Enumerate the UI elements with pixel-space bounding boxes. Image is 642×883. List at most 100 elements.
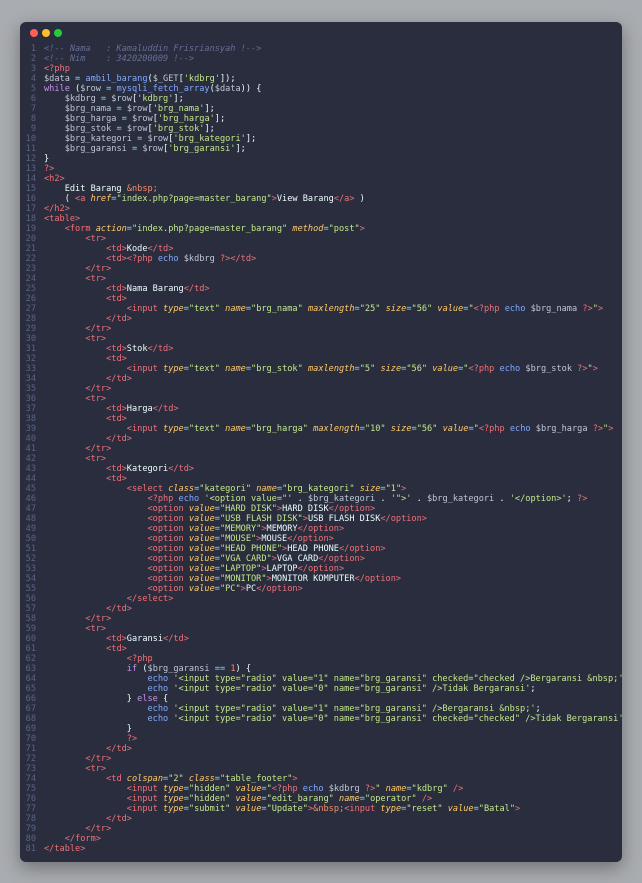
code-line: 20 <tr> — [20, 234, 622, 244]
code-line: 59 <tr> — [20, 624, 622, 634]
code-token: = — [95, 94, 112, 104]
code-token: while — [44, 84, 70, 94]
code-line: 21 <td>Kode</td> — [20, 244, 622, 254]
code-token: <option — [147, 504, 189, 514]
line-number: 46 — [25, 494, 36, 504]
code-token: ?> — [572, 364, 588, 374]
code-line: 23 </tr> — [20, 264, 622, 274]
code-token: ]); — [219, 74, 236, 84]
code-token: <input — [344, 804, 381, 814]
code-token: LAPTOP — [266, 564, 298, 574]
code-token: Harga — [126, 404, 153, 414]
code-token: name — [225, 364, 246, 374]
code-token: Kategori — [126, 464, 169, 474]
line-number: 69 — [25, 724, 36, 734]
code-token: </option> — [338, 544, 386, 554]
code-line: 37 <td>Harga</td> — [20, 404, 622, 414]
close-button[interactable] — [30, 29, 38, 37]
code-token: value — [188, 544, 215, 554]
line-number: 68 — [25, 714, 36, 724]
code-token: type — [163, 424, 184, 434]
line-number: 6 — [30, 94, 36, 104]
code-token: = — [111, 104, 127, 114]
line-number: 24 — [25, 274, 36, 284]
code-token: echo — [509, 424, 531, 434]
line-number: 54 — [25, 574, 36, 584]
code-token: PC — [245, 584, 257, 594]
code-token: &nbsp; — [313, 804, 345, 814]
code-line: 11 $brg_garansi = $row['brg_garansi']; — [20, 144, 622, 154]
code-token: 'brg_stok' — [152, 124, 205, 134]
code-token: ( — [137, 664, 148, 674]
code-token: </td> — [230, 254, 257, 264]
code-line: 70 ?> — [20, 734, 622, 744]
code-token: </h2> — [44, 204, 70, 214]
line-number: 35 — [25, 384, 36, 394]
line-number: 13 — [25, 164, 36, 174]
line-number: 16 — [25, 194, 36, 204]
code-token: value — [188, 504, 215, 514]
line-number: 71 — [25, 744, 36, 754]
code-token: MEMORY — [266, 524, 298, 534]
code-token: echo — [178, 494, 200, 504]
minimize-button[interactable] — [42, 29, 50, 37]
code-token: "MEMORY" — [219, 524, 262, 534]
code-token: "brg_nama" — [251, 304, 303, 314]
code-token: </option> — [354, 574, 402, 584]
code-token: </option> — [287, 534, 334, 544]
maximize-button[interactable] — [54, 29, 62, 37]
code-token: '">' — [390, 494, 412, 504]
code-line: 16 ( <a href="index.php?page=master_bara… — [20, 194, 622, 204]
code-token: )) { — [240, 84, 262, 94]
code-token: class — [188, 774, 215, 784]
code-token: ]; — [204, 124, 215, 134]
line-number: 80 — [25, 834, 36, 844]
code-line: 52 <option value="VGA CARD">VGA CARD</op… — [20, 554, 622, 564]
code-token: $row — [142, 144, 164, 154]
code-line: 61 <td> — [20, 644, 622, 654]
code-token: <input — [126, 304, 164, 314]
line-number: 73 — [25, 764, 36, 774]
code-token: . — [411, 494, 427, 504]
line-number: 32 — [25, 354, 36, 364]
line-number: 52 — [25, 554, 36, 564]
code-token: value — [188, 584, 215, 594]
code-line: 75 <input type="hidden" value="<?php ech… — [20, 784, 622, 794]
code-token: $row — [147, 134, 169, 144]
code-line: 69 } — [20, 724, 622, 734]
code-token: echo — [147, 684, 169, 694]
code-token: "submit" — [188, 804, 231, 814]
code-token: '</option>' — [509, 494, 567, 504]
line-number: 9 — [30, 124, 36, 134]
code-token: $row — [80, 84, 101, 94]
line-number: 58 — [25, 614, 36, 624]
code-token: = — [126, 144, 143, 154]
code-line: 71 </td> — [20, 744, 622, 754]
code-line: 2 <!-- Nim : 3420200009 !--> — [20, 54, 622, 64]
code-line: 78 </td> — [20, 814, 622, 824]
code-token: <td — [106, 774, 127, 784]
code-token: </option> — [328, 504, 376, 514]
code-token: <tr> — [85, 394, 107, 404]
line-number: 66 — [25, 694, 36, 704]
line-number: 36 — [25, 394, 36, 404]
code-token: ?> — [577, 304, 593, 314]
code-token: VGA CARD — [276, 554, 319, 564]
code-line: 34 </td> — [20, 374, 622, 384]
code-token: = — [131, 134, 148, 144]
code-token: "2" — [168, 774, 184, 784]
code-token: </tr> — [85, 824, 112, 834]
code-token: <h2> — [44, 174, 65, 184]
code-token: $brg_stok — [525, 364, 572, 374]
